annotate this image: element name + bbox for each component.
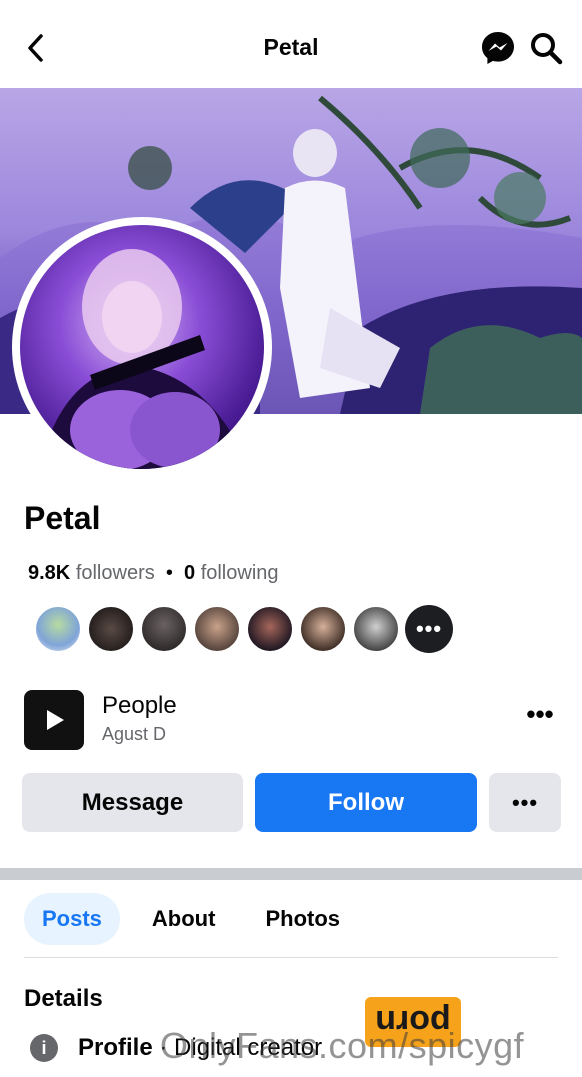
play-icon xyxy=(47,710,64,730)
search-icon xyxy=(531,33,563,65)
profile-avatar[interactable] xyxy=(20,225,264,469)
following-count: 0 xyxy=(184,562,196,584)
follower-avatar[interactable] xyxy=(140,605,188,653)
follower-avatar[interactable] xyxy=(246,605,294,653)
music-more-button[interactable]: ••• xyxy=(524,701,556,736)
follower-avatar[interactable] xyxy=(87,605,135,653)
search-button[interactable] xyxy=(528,30,564,66)
profile-tabs: Posts About Photos xyxy=(24,893,372,945)
more-followers-button[interactable]: ••• xyxy=(405,605,453,653)
follower-avatar[interactable] xyxy=(34,605,82,653)
follower-avatars: ••• xyxy=(34,605,453,653)
detail-prefix: Profile xyxy=(78,1034,153,1061)
following-link[interactable]: 0 following xyxy=(184,562,279,584)
tab-about[interactable]: About xyxy=(134,893,234,945)
music-artist: Agust D xyxy=(102,724,167,744)
follower-avatar[interactable] xyxy=(193,605,241,653)
stats-separator: • xyxy=(165,562,173,584)
message-button[interactable]: Message xyxy=(22,773,243,832)
messenger-icon xyxy=(482,32,514,64)
profile-music[interactable]: People Agust D ••• xyxy=(24,690,560,750)
followers-link[interactable]: 9.8K followers xyxy=(28,562,155,584)
profile-name: Petal xyxy=(24,500,101,536)
avatar-photo xyxy=(40,249,250,469)
messenger-button[interactable] xyxy=(480,30,516,66)
section-divider xyxy=(0,868,582,880)
music-title: People xyxy=(102,692,177,719)
tab-photos[interactable]: Photos xyxy=(247,893,358,945)
following-label: following xyxy=(200,562,279,584)
details-title: Details xyxy=(24,985,103,1012)
follow-stats: 9.8K followers • 0 following xyxy=(28,562,279,585)
more-actions-button[interactable]: ••• xyxy=(489,773,561,832)
followers-count: 9.8K xyxy=(28,562,71,584)
follow-button[interactable]: Follow xyxy=(255,773,477,832)
music-thumbnail xyxy=(24,690,84,750)
tabs-divider xyxy=(24,957,558,958)
watermark-text: OnlyFans.com/spicygf xyxy=(160,1025,525,1066)
followers-label: followers xyxy=(75,562,155,584)
tab-posts[interactable]: Posts xyxy=(24,893,120,945)
follower-avatar[interactable] xyxy=(299,605,347,653)
follower-avatar[interactable] xyxy=(352,605,400,653)
info-icon: i xyxy=(30,1034,58,1062)
top-bar: Petal xyxy=(0,0,582,88)
